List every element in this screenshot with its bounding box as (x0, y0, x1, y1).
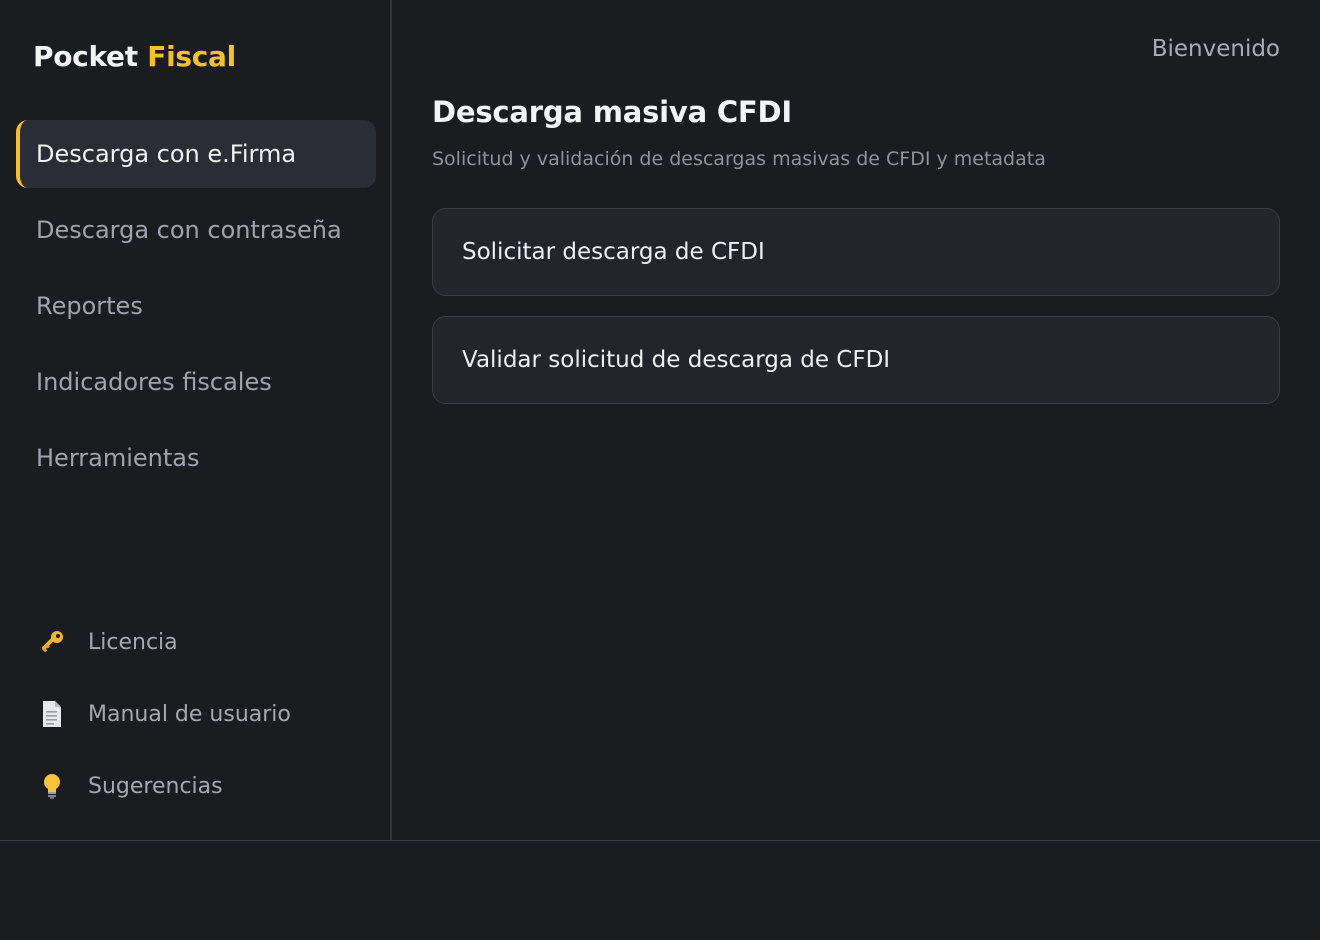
welcome-text: Bienvenido (1151, 36, 1280, 62)
sidebar-item-label: Reportes (36, 292, 143, 320)
sidebar-item-indicadores-fiscales[interactable]: Indicadores fiscales (16, 348, 376, 416)
validar-solicitud-card[interactable]: Validar solicitud de descarga de CFDI (432, 316, 1280, 404)
solicitar-descarga-card[interactable]: Solicitar descarga de CFDI (432, 208, 1280, 296)
brand-logo: Pocket Fiscal (33, 40, 236, 73)
main-content: Bienvenido Descarga masiva CFDI Solicitu… (392, 0, 1320, 840)
sidebar-item-label: Descarga con e.Firma (36, 140, 297, 168)
sidebar-item-descarga-efirma[interactable]: Descarga con e.Firma (16, 120, 376, 188)
app-window: Pocket Fiscal Descarga con e.Firma Desca… (0, 0, 1320, 841)
licencia-label: Licencia (88, 629, 178, 655)
manual-usuario-label: Manual de usuario (88, 701, 291, 727)
sidebar: Pocket Fiscal Descarga con e.Firma Desca… (0, 0, 392, 840)
key-icon (36, 626, 68, 658)
sidebar-bottom-links: Licencia Manual de usuario Sugerencias (36, 606, 291, 822)
sidebar-item-label: Indicadores fiscales (36, 368, 272, 396)
lightbulb-icon (36, 770, 68, 802)
card-label: Solicitar descarga de CFDI (462, 239, 765, 265)
sugerencias-label: Sugerencias (88, 773, 223, 799)
sidebar-nav: Descarga con e.Firma Descarga con contra… (16, 120, 376, 500)
sidebar-item-label: Herramientas (36, 444, 200, 472)
manual-usuario-link[interactable]: Manual de usuario (36, 678, 291, 750)
sidebar-item-herramientas[interactable]: Herramientas (16, 424, 376, 492)
document-icon (36, 698, 68, 730)
brand-name-part1: Pocket (33, 40, 138, 73)
sidebar-item-reportes[interactable]: Reportes (16, 272, 376, 340)
sidebar-item-label: Descarga con contraseña (36, 216, 342, 244)
action-cards: Solicitar descarga de CFDI Validar solic… (432, 208, 1280, 424)
card-label: Validar solicitud de descarga de CFDI (462, 347, 891, 373)
brand-name-part2: Fiscal (147, 40, 236, 73)
sidebar-item-descarga-contrasena[interactable]: Descarga con contraseña (16, 196, 376, 264)
page-subtitle: Solicitud y validación de descargas masi… (432, 148, 1046, 170)
licencia-link[interactable]: Licencia (36, 606, 291, 678)
page-title: Descarga masiva CFDI (432, 95, 793, 129)
sugerencias-link[interactable]: Sugerencias (36, 750, 291, 822)
